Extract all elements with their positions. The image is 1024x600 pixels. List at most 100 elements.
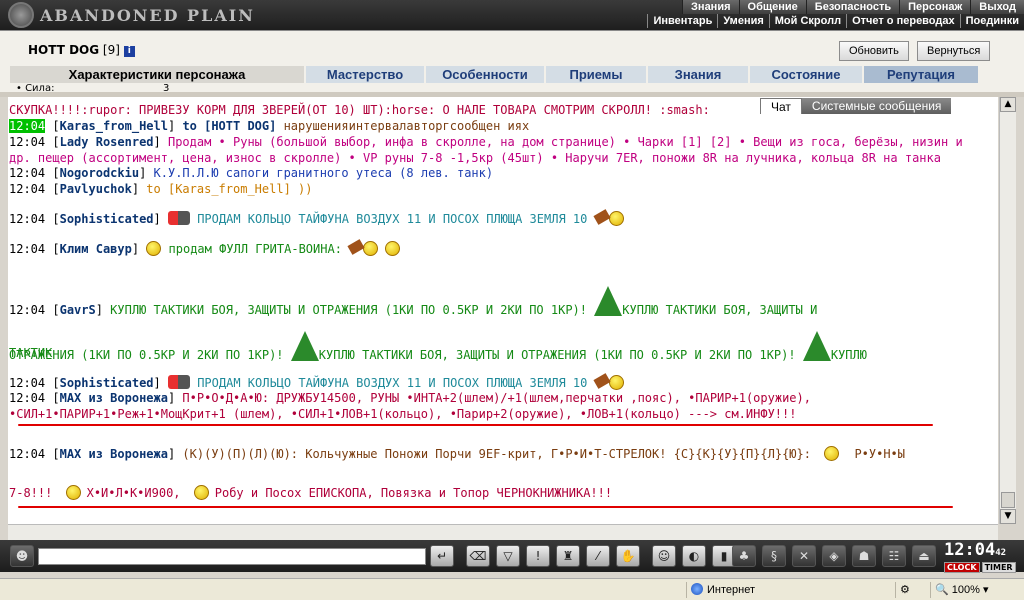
private-chat-icon[interactable]: ! — [526, 545, 550, 567]
message-nick[interactable]: Lady Rosenred — [60, 135, 154, 149]
exit-icon[interactable]: ⏏ — [912, 545, 936, 567]
message-nick[interactable]: Pavlyuchok — [60, 182, 132, 196]
exclaim-smiley-icon — [385, 241, 401, 256]
message-nick[interactable]: Sophisticated — [60, 212, 154, 226]
message-text: П•Р•О•Д•А•Ю: ДРУЖБУ14500, РУНЫ •ИНТА+2(ш… — [175, 391, 811, 405]
tab-system-messages[interactable]: Системные сообщения — [801, 98, 952, 114]
player-level: [9] — [102, 43, 120, 57]
top-menu-primary: Знания Общение Безопасность Персонаж Вых… — [682, 0, 1024, 14]
menu-security[interactable]: Безопасность — [805, 0, 900, 14]
tab-mastery[interactable]: Мастерство — [306, 66, 424, 83]
tab-knowledge[interactable]: Знания — [648, 66, 748, 83]
zoom-level[interactable]: 🔍 100% ▾ — [930, 582, 1000, 598]
message-time[interactable]: 12:04 — [9, 391, 45, 405]
message-nick[interactable]: MAX из Воронежа — [60, 447, 168, 461]
clock-button[interactable]: CLOCK — [944, 562, 980, 573]
chat-mode-icon[interactable]: ☻ — [10, 545, 34, 567]
message-text-cont: др. пещер (ассортимент, цена, износ в ск… — [9, 151, 941, 165]
message-time[interactable]: 12:04 — [9, 166, 45, 180]
message-text: К.У.П.Л.Ю сапоги гранитного утеса (8 лев… — [146, 166, 494, 180]
send-icon[interactable]: ↵ — [430, 545, 454, 567]
message-text: to [Karas_from_Hell] )) — [139, 182, 313, 196]
message-nick[interactable]: GavrS — [60, 303, 96, 317]
scroll-up-arrow-icon[interactable]: ▲ — [1000, 97, 1016, 112]
chat-message: 12:04 [Karas_from_Hell] to [HOTT DOG] на… — [9, 119, 530, 133]
tab-reputation[interactable]: Репутация — [864, 66, 978, 83]
menu-communication[interactable]: Общение — [738, 0, 806, 14]
message-nick[interactable]: Sophisticated — [60, 376, 154, 390]
menu-skills[interactable]: Умения — [717, 14, 768, 28]
tab-features[interactable]: Особенности — [426, 66, 544, 83]
menu-knowledge[interactable]: Знания — [682, 0, 739, 14]
message-recipient[interactable]: to [HOTT DOG] — [182, 119, 276, 133]
scroll-down-arrow-icon[interactable]: ▼ — [1000, 509, 1016, 524]
timer-button[interactable]: TIMER — [981, 562, 1016, 573]
chat-message: 12:04 [Sophisticated] ПРОДАМ КОЛЬЦО ТАЙФ… — [9, 373, 624, 391]
message-text-cont: ОТРАЖЕНИЯ (1КИ ПО 0.5КР И 2КИ ПО 1КР)! К… — [9, 331, 867, 363]
message-time[interactable]: 12:04 — [9, 182, 45, 196]
tab-characteristics[interactable]: Характеристики персонажа — [10, 66, 304, 83]
horizontal-scrollbar[interactable] — [8, 524, 998, 540]
group-icon[interactable]: ☗ — [852, 545, 876, 567]
chat-scrollbar[interactable]: ▲ ▼ — [999, 97, 1016, 524]
refresh-button[interactable]: Обновить — [839, 41, 909, 61]
tab-state[interactable]: Состояние — [750, 66, 862, 83]
chat-message: 12:04 [Nogorodckiu] К.У.П.Л.Ю сапоги гра… — [9, 166, 494, 180]
clock-seconds: 42 — [995, 548, 1007, 558]
message-nick[interactable]: Karas_from_Hell — [60, 119, 168, 133]
menu-transfer-report[interactable]: Отчет о переводах — [846, 14, 960, 28]
message-time[interactable]: 12:04 — [9, 376, 45, 390]
chat-tabs: Чат Системные сообщения — [760, 98, 952, 114]
red-underline — [18, 506, 953, 508]
smiley-picker-icon[interactable]: ☺ — [652, 545, 676, 567]
message-text: ПРОДАМ КОЛЬЦО ТАЙФУНА ВОЗДУХ 11 И ПОСОХ … — [189, 212, 588, 226]
christmas-tree-icon — [290, 331, 319, 361]
message-time[interactable]: 12:04 — [9, 447, 45, 461]
character-tabs: Характеристики персонажа Мастерство Особ… — [10, 66, 980, 83]
top-bar: ABANDONED PLAIN Знания Общение Безопасно… — [0, 0, 1024, 30]
filter-icon[interactable]: ▽ — [496, 545, 520, 567]
message-nick[interactable]: Nogorodckiu — [60, 166, 139, 180]
thumbs-up-smiley-icon — [146, 241, 162, 256]
menu-exit[interactable]: Выход — [970, 0, 1024, 14]
bag-icon[interactable]: ♣ — [732, 545, 756, 567]
message-time[interactable]: 12:04 — [9, 303, 45, 317]
message-time[interactable]: 12:04 — [9, 119, 46, 133]
message-nick[interactable]: MAX из Воронежа — [60, 391, 168, 405]
tab-techniques[interactable]: Приемы — [546, 66, 646, 83]
message-time[interactable]: 12:04 — [9, 242, 45, 256]
info-icon[interactable]: i — [123, 46, 135, 57]
tab-chat[interactable]: Чат — [760, 98, 802, 114]
message-time[interactable]: 12:04 — [9, 212, 45, 226]
chat-log: СКУПКА!!!!:rupor: ПРИВЕЗУ КОРМ ДЛЯ ЗВЕРЕ… — [8, 97, 998, 524]
party-icon[interactable]: ☷ — [882, 545, 906, 567]
pl-icon[interactable]: ⁄ — [586, 545, 610, 567]
protected-mode-icon[interactable]: ⚙ — [895, 582, 925, 598]
message-time[interactable]: 12:04 — [9, 135, 45, 149]
back-button[interactable]: Вернуться — [917, 41, 991, 61]
security-zone: Интернет — [686, 582, 886, 598]
message-nick[interactable]: Клим Савур — [60, 242, 132, 256]
eraser-icon[interactable]: ⌫ — [466, 545, 490, 567]
hand-icon[interactable]: ✋ — [616, 545, 640, 567]
chat-input[interactable] — [38, 548, 426, 565]
menu-character[interactable]: Персонаж — [899, 0, 971, 14]
smiley-icon — [193, 485, 209, 500]
message-text: нарушенияинтервалавторгсообщен иях — [276, 119, 530, 133]
smiley-icon — [608, 211, 624, 226]
scroll-icon[interactable]: § — [762, 545, 786, 567]
chat-message: 12:04 [GavrS] КУПЛЮ ТАКТИКИ БОЯ, ЗАЩИТЫ … — [9, 286, 817, 318]
message-text: (К)(У)(П)(Л)(Ю): Кольчужные Поножи Порчи… — [175, 447, 811, 461]
run-icon[interactable]: ♜ — [556, 545, 580, 567]
scroll-thumb[interactable] — [1001, 492, 1015, 508]
helmet-icon[interactable]: ◐ — [682, 545, 706, 567]
logo-text: ABANDONED PLAIN — [40, 5, 255, 25]
message-text: продам ФУЛЛ ГРИТА-ВОИНА: — [161, 242, 342, 256]
swords-icon[interactable]: ✕ — [792, 545, 816, 567]
smiley-icon — [824, 446, 840, 461]
menu-duels[interactable]: Поединки — [959, 14, 1024, 28]
menu-inventory[interactable]: Инвентарь — [647, 14, 717, 28]
armor-icon[interactable]: ◈ — [822, 545, 846, 567]
hammer-icon — [593, 373, 611, 389]
menu-my-scroll[interactable]: Мой Скролл — [768, 14, 846, 28]
